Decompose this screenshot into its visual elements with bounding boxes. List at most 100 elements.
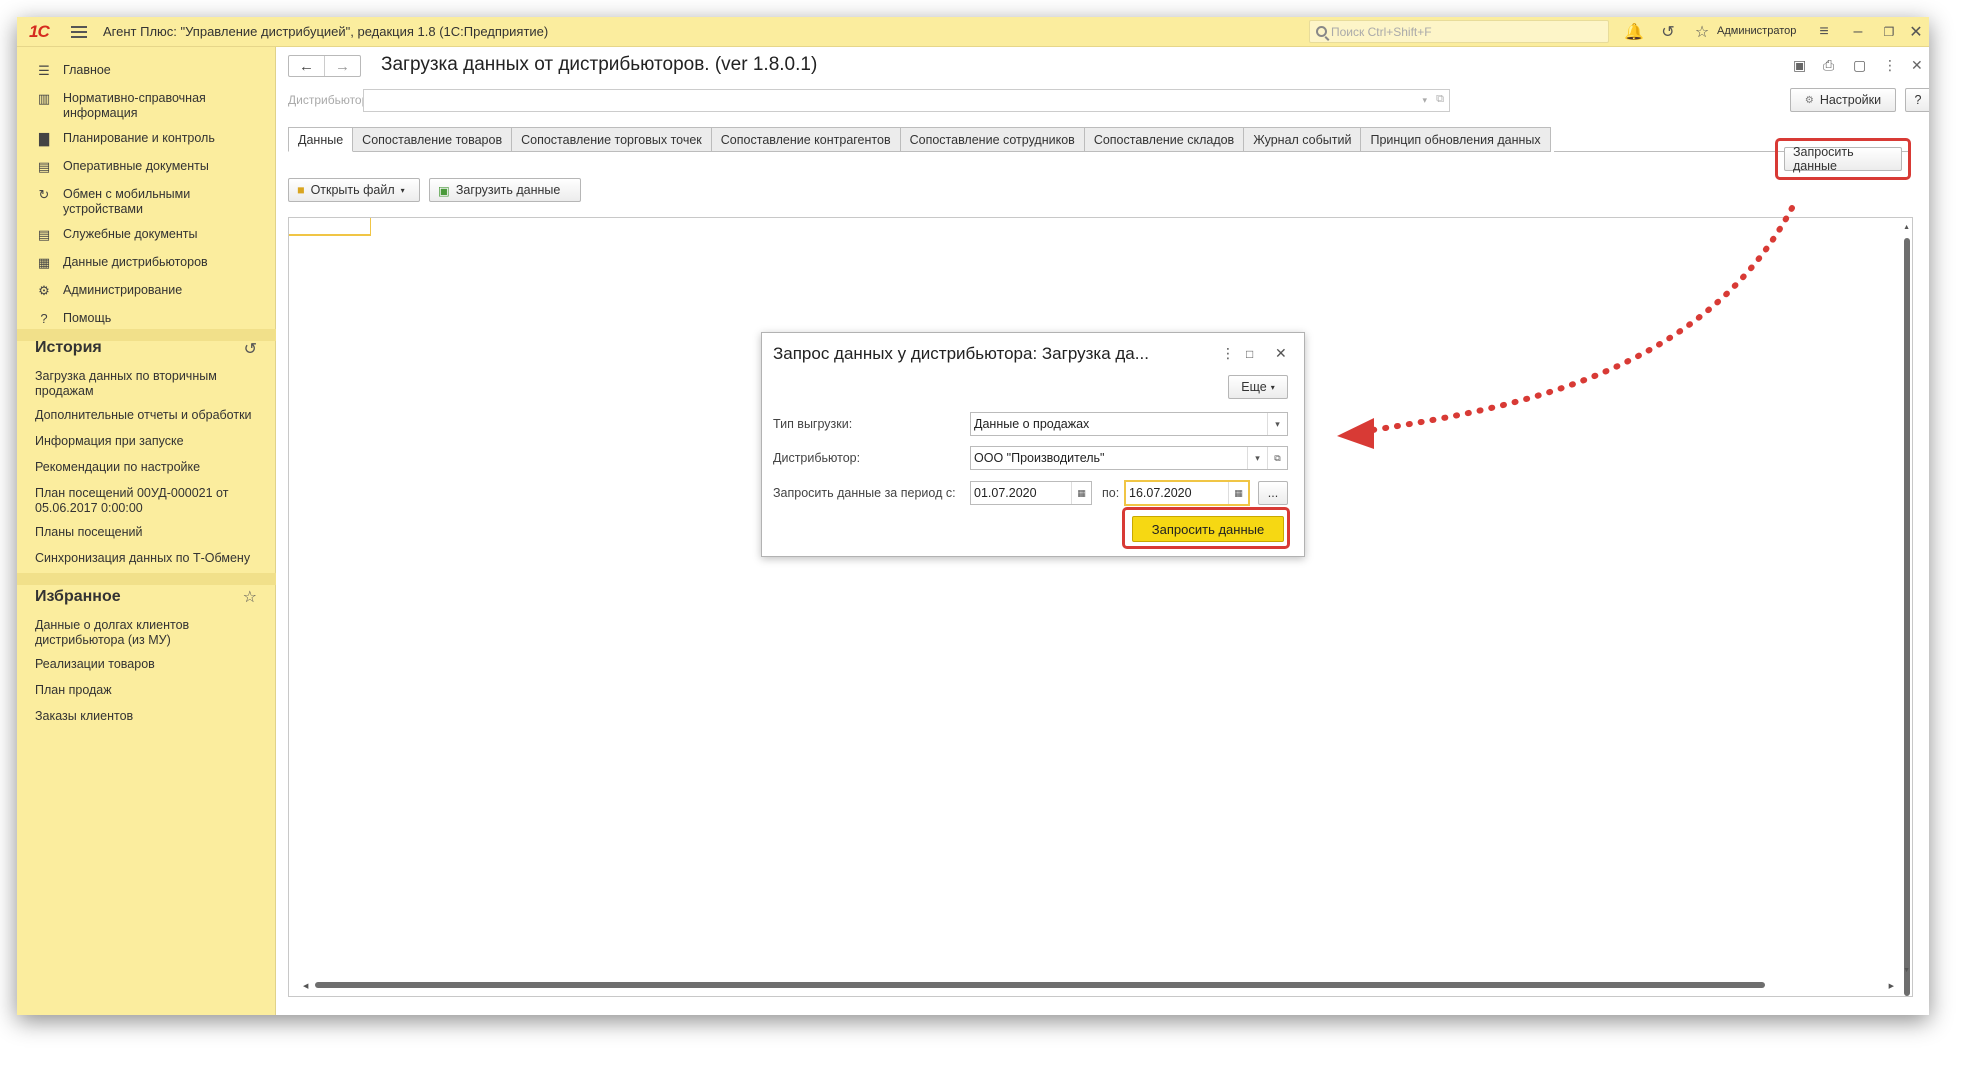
dropdown-arrow-icon[interactable]: ▾ <box>1247 447 1267 469</box>
chevron-down-icon: ▾ <box>400 185 405 195</box>
print-icon[interactable]: ⎙ <box>1823 57 1834 74</box>
favorite-item[interactable]: Данные о долгах клиентов дистрибьютора (… <box>35 618 215 648</box>
more-vertical-icon[interactable]: ⋮ <box>1221 345 1235 362</box>
nav-item-operational-docs[interactable]: ▤ Оперативные документы <box>17 159 276 174</box>
date-to-field[interactable]: 16.07.2020 ▦ <box>1124 480 1250 506</box>
maximize-icon[interactable]: □ <box>1246 347 1253 361</box>
history-title: История <box>35 339 102 356</box>
open-icon[interactable]: ⧉ <box>1267 447 1287 469</box>
tabs-bar: Данные Сопоставление товаров Сопоставлен… <box>288 127 1551 152</box>
calendar-icon[interactable]: ▦ <box>1228 482 1248 504</box>
star-icon[interactable]: ☆ <box>243 587 257 607</box>
history-item[interactable]: План посещений 00УД-000021 от 05.06.2017… <box>35 486 235 516</box>
search-input[interactable]: Поиск Ctrl+Shift+F <box>1309 20 1609 43</box>
close-icon[interactable]: ✕ <box>1275 345 1287 362</box>
history-item[interactable]: Дополнительные отчеты и обработки <box>35 408 265 423</box>
request-data-button[interactable]: Запросить данные <box>1784 145 1902 173</box>
history-item[interactable]: Загрузка данных по вторичным продажам <box>35 369 265 399</box>
close-icon[interactable]: ✕ <box>1905 21 1927 43</box>
dropdown-arrow-icon[interactable]: ▾ <box>1422 95 1427 106</box>
tab-data[interactable]: Данные <box>288 127 354 152</box>
preview-icon[interactable]: ▢ <box>1853 57 1866 74</box>
close-form-icon[interactable]: ✕ <box>1911 57 1923 74</box>
nav-label: Служебные документы <box>63 227 198 241</box>
vertical-scrollbar[interactable] <box>1904 238 1910 996</box>
scroll-left-icon[interactable]: ◀ <box>303 982 308 990</box>
nav-item-service-docs[interactable]: ▤ Служебные документы <box>17 227 276 242</box>
help-icon: ? <box>40 311 48 326</box>
history-item[interactable]: Рекомендации по настройке <box>35 460 265 475</box>
open-icon[interactable]: ⧉ <box>1436 93 1444 106</box>
nav-item-administration[interactable]: ⚙ Администрирование <box>17 283 276 298</box>
title-bar: 1С Агент Плюс: "Управление дистрибуцией"… <box>17 17 1929 47</box>
minimize-icon[interactable]: – <box>1847 21 1869 43</box>
export-type-label: Тип выгрузки: <box>773 417 853 431</box>
favorite-item[interactable]: План продаж <box>35 683 265 698</box>
nav-label: Данные дистрибьюторов <box>63 255 208 269</box>
tab-outlets-mapping[interactable]: Сопоставление торговых точек <box>512 127 712 152</box>
app-window: 1С Агент Плюс: "Управление дистрибуцией"… <box>17 17 1929 1015</box>
history-item[interactable]: Синхронизация данных по Т-Обмену <box>35 551 265 566</box>
load-data-button[interactable]: ▣ Загрузить данные <box>429 178 581 202</box>
horizontal-scrollbar[interactable] <box>315 982 1765 988</box>
bell-icon[interactable]: 🔔 <box>1623 21 1645 43</box>
menu-icon: ☰ <box>38 63 50 78</box>
nav-item-distributor-data[interactable]: ▦ Данные дистрибьюторов <box>17 255 276 270</box>
window-title: Агент Плюс: "Управление дистрибуцией", р… <box>103 24 549 39</box>
load-data-label: Загрузить данные <box>455 183 561 197</box>
star-icon[interactable]: ☆ <box>1691 21 1713 43</box>
history-icon[interactable]: ↺ <box>244 339 257 359</box>
favorites-title: Избранное <box>35 588 121 605</box>
dropdown-arrow-icon[interactable]: ▾ <box>1267 413 1287 435</box>
date-from-field[interactable]: 01.07.2020 ▦ <box>970 481 1092 505</box>
help-button[interactable]: ? <box>1905 88 1929 112</box>
history-item[interactable]: Планы посещений <box>35 525 265 540</box>
nav-item-reference[interactable]: ▥ Нормативно-справочная информация <box>17 91 276 121</box>
more-vertical-icon[interactable]: ⋮ <box>1883 57 1897 74</box>
selected-cell[interactable] <box>289 218 371 236</box>
tab-employees-mapping[interactable]: Сопоставление сотрудников <box>900 127 1085 152</box>
nav-label: Администрирование <box>63 283 183 297</box>
tab-warehouses-mapping[interactable]: Сопоставление складов <box>1084 127 1245 152</box>
tab-goods-mapping[interactable]: Сопоставление товаров <box>353 127 513 152</box>
nav-item-planning[interactable]: ▇ Планирование и контроль <box>17 131 276 146</box>
nav-item-main[interactable]: ☰ Главное <box>17 63 276 78</box>
documents-icon: ▤ <box>37 159 51 174</box>
scroll-down-icon[interactable]: ▼ <box>1903 967 1910 974</box>
export-type-select[interactable]: Данные о продажах ▾ <box>970 412 1288 436</box>
distributor-select[interactable]: ООО "Производитель" ▾ ⧉ <box>970 446 1288 470</box>
open-file-button[interactable]: ■ Открыть файл ▾ <box>288 178 420 202</box>
nav-label: Обмен с мобильными устройствами <box>63 187 191 216</box>
submit-request-button[interactable]: Запросить данные <box>1132 516 1284 542</box>
request-dialog: Запрос данных у дистрибьютора: Загрузка … <box>761 332 1305 557</box>
history-icon[interactable]: ↺ <box>1657 21 1679 43</box>
settings-button[interactable]: ⚙ Настройки <box>1790 88 1896 112</box>
tab-update-principle[interactable]: Принцип обновления данных <box>1361 127 1551 152</box>
main-menu-icon[interactable] <box>71 25 87 38</box>
tab-counterparties-mapping[interactable]: Сопоставление контрагентов <box>711 127 901 152</box>
period-select-button[interactable]: ... <box>1258 481 1288 505</box>
nav-label: Главное <box>63 63 111 77</box>
favorite-item[interactable]: Реализации товаров <box>35 657 265 672</box>
gear-icon: ⚙ <box>38 283 50 298</box>
calendar-icon[interactable]: ▦ <box>1071 482 1091 504</box>
more-button[interactable]: Еще ▾ <box>1228 375 1288 399</box>
save-icon[interactable]: ▣ <box>1793 57 1806 74</box>
scroll-up-icon[interactable]: ▲ <box>1903 224 1910 231</box>
user-name[interactable]: Администратор <box>1717 25 1796 37</box>
distributor-field[interactable]: ▾ ⧉ <box>363 89 1450 112</box>
settings-lines-icon[interactable]: ≡ <box>1813 21 1835 43</box>
documents-icon: ▤ <box>37 227 51 242</box>
nav-item-mobile-exchange[interactable]: ↻ Обмен с мобильными устройствами <box>17 187 276 217</box>
date-from-value: 01.07.2020 <box>974 486 1037 500</box>
tab-event-log[interactable]: Журнал событий <box>1244 127 1362 152</box>
dialog-title: Запрос данных у дистрибьютора: Загрузка … <box>773 344 1149 363</box>
scroll-right-icon[interactable]: ▶ <box>1889 982 1894 990</box>
nav-item-help[interactable]: ? Помощь <box>17 311 276 326</box>
history-item[interactable]: Информация при запуске <box>35 434 265 449</box>
search-icon <box>1316 26 1327 37</box>
restore-icon[interactable]: ❐ <box>1878 21 1900 43</box>
favorite-item[interactable]: Заказы клиентов <box>35 709 265 724</box>
forward-arrow-icon[interactable]: → <box>324 56 360 76</box>
back-arrow-icon[interactable]: ← <box>289 56 324 76</box>
